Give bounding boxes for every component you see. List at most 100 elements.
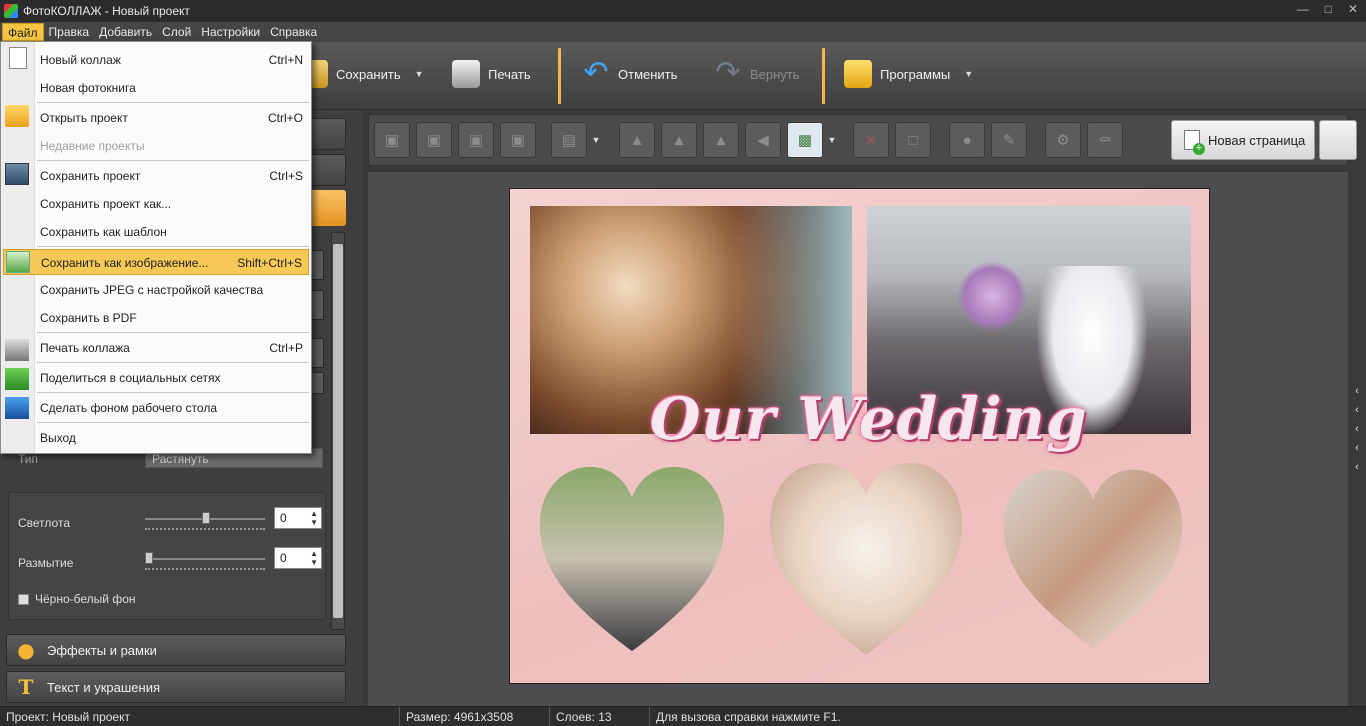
- menu-item-shortcut: Ctrl+P: [269, 341, 303, 355]
- type-label: Тип: [18, 452, 39, 466]
- undo-button[interactable]: ↶ Отменить: [582, 58, 678, 88]
- print-button[interactable]: Печать: [452, 60, 531, 88]
- menu-item-save-project-as[interactable]: Сохранить проект как...: [3, 191, 309, 217]
- redo-label: Вернуть: [750, 66, 800, 82]
- app-window: ФотоКОЛЛАЖ - Новый проект — □ ✕ Файл Пра…: [0, 0, 1366, 726]
- title-bar: ФотоКОЛЛАЖ - Новый проект — □ ✕: [0, 0, 1366, 22]
- menu-item-new-collage[interactable]: Новый коллаж Ctrl+N: [3, 47, 309, 73]
- menu-item-save-as-template[interactable]: Сохранить как шаблон: [3, 219, 309, 245]
- effects-frames-label: Эффекты и рамки: [47, 642, 157, 658]
- menu-item-exit[interactable]: Выход: [3, 425, 309, 451]
- delete-icon[interactable]: ✕: [853, 122, 889, 158]
- menu-item-label: Поделиться в социальных сетях: [40, 371, 221, 385]
- effects-icon[interactable]: ●: [949, 122, 985, 158]
- bw-background-label: Чёрно-белый фон: [35, 592, 136, 606]
- background-image-icon[interactable]: ▩: [787, 122, 823, 158]
- menu-item-print-collage[interactable]: Печать коллажа Ctrl+P: [3, 335, 309, 361]
- menu-layer[interactable]: Слой: [157, 23, 196, 41]
- toolbar-separator: [558, 48, 561, 104]
- close-icon[interactable]: ✕: [1348, 2, 1358, 16]
- brightness-spinbox[interactable]: 0 ▲ ▼: [274, 507, 322, 529]
- menu-item-label: Сделать фоном рабочего стола: [40, 401, 217, 415]
- menu-item-new-photobook[interactable]: Новая фотокнига: [3, 75, 309, 101]
- flip-vertical-icon[interactable]: ◀: [745, 122, 781, 158]
- menu-separator: [37, 392, 309, 393]
- blur-spinbox[interactable]: 0 ▲ ▼: [274, 547, 322, 569]
- lock-icon[interactable]: ⚰: [1087, 122, 1123, 158]
- collage-title-text[interactable]: Our Wedding: [650, 385, 1087, 465]
- save-button[interactable]: Сохранить ▼: [308, 60, 424, 88]
- menu-item-label: Сохранить проект: [40, 169, 141, 183]
- heart-photo-couple-kiss[interactable]: [1000, 457, 1186, 661]
- menu-edit[interactable]: Правка: [44, 23, 95, 41]
- align-icon[interactable]: ▤: [551, 122, 587, 158]
- effects-frames-tab[interactable]: ● Эффекты и рамки: [6, 634, 346, 666]
- redo-button[interactable]: ↷ Вернуть: [714, 58, 800, 88]
- send-backward-icon[interactable]: ▣: [416, 122, 452, 158]
- new-page-button[interactable]: Новая страница: [1171, 120, 1315, 160]
- save-image-icon: [6, 251, 30, 273]
- blur-slider[interactable]: [145, 552, 265, 570]
- menu-item-label: Открыть проект: [40, 111, 128, 125]
- menu-item-save-pdf[interactable]: Сохранить в PDF: [3, 305, 309, 331]
- status-size: Размер: 4961x3508: [399, 707, 513, 726]
- panel-field-stub: [310, 372, 324, 394]
- toolbar-separator: [822, 48, 825, 104]
- brightness-value: 0: [280, 511, 287, 525]
- bw-background-checkbox[interactable]: Чёрно-белый фон: [18, 592, 136, 606]
- photo-detail: [957, 261, 1027, 331]
- menu-settings[interactable]: Настройки: [196, 23, 265, 41]
- file-menu-dropdown: Новый коллаж Ctrl+N Новая фотокнига Откры…: [0, 41, 312, 454]
- maximize-icon[interactable]: □: [1325, 2, 1332, 16]
- crop-icon[interactable]: □: [895, 122, 931, 158]
- flip-horizontal-icon[interactable]: ▲: [703, 122, 739, 158]
- blur-slider-knob[interactable]: [145, 552, 153, 564]
- text-decor-label: Текст и украшения: [47, 679, 161, 695]
- menu-add[interactable]: Добавить: [94, 23, 157, 41]
- chevron-down-icon[interactable]: ▼: [589, 122, 603, 158]
- menu-item-save-jpeg-quality[interactable]: Сохранить JPEG с настройкой качества: [3, 277, 309, 303]
- slider-ticks: [145, 528, 265, 530]
- menu-item-share-social[interactable]: Поделиться в социальных сетях: [3, 365, 309, 391]
- menu-item-label: Печать коллажа: [40, 341, 130, 355]
- menu-item-set-wallpaper[interactable]: Сделать фоном рабочего стола: [3, 395, 309, 421]
- rotate-left-icon[interactable]: ▲: [619, 122, 655, 158]
- menu-separator: [37, 422, 309, 423]
- menu-help[interactable]: Справка: [265, 23, 322, 41]
- menu-item-save-as-image[interactable]: Сохранить как изображение... Shift+Ctrl+S: [3, 249, 309, 275]
- undo-label: Отменить: [618, 66, 678, 82]
- brightness-slider[interactable]: [145, 512, 265, 530]
- bring-forward-icon[interactable]: ▣: [458, 122, 494, 158]
- status-bar: Проект: Новый проект Размер: 4961x3508 С…: [0, 706, 1366, 726]
- menu-file[interactable]: Файл: [2, 23, 44, 41]
- chevron-down-icon[interactable]: ▼: [415, 69, 424, 79]
- chevron-down-icon[interactable]: ▼: [964, 69, 973, 79]
- edit-icon[interactable]: ✎: [991, 122, 1027, 158]
- programs-button[interactable]: Программы ▼: [844, 60, 973, 88]
- spin-arrows-icon[interactable]: ▲ ▼: [310, 509, 318, 527]
- heart-photo-couple-outdoors[interactable]: [536, 457, 728, 661]
- chevron-down-icon[interactable]: ▼: [825, 122, 839, 158]
- menu-item-open-project[interactable]: Открыть проект Ctrl+O: [3, 105, 309, 131]
- menu-item-label: Выход: [40, 431, 76, 445]
- menu-item-label: Новая фотокнига: [40, 81, 136, 95]
- heart-photo-hands[interactable]: [752, 459, 980, 659]
- box-icon: [844, 60, 872, 88]
- status-layers: Слоев: 13: [549, 707, 612, 726]
- gear-icon[interactable]: ⚙: [1045, 122, 1081, 158]
- panel-scrollbar-thumb[interactable]: [333, 244, 343, 618]
- blur-value: 0: [280, 551, 287, 565]
- minimize-icon[interactable]: —: [1297, 2, 1309, 16]
- side-panel-arrows[interactable]: ‹ ‹ ‹ ‹ ‹: [1352, 382, 1362, 477]
- menu-item-shortcut: Ctrl+O: [267, 111, 303, 125]
- collage-page[interactable]: Our Wedding: [509, 188, 1210, 684]
- checkbox-box[interactable]: [18, 593, 29, 605]
- brightness-slider-knob[interactable]: [202, 512, 210, 524]
- send-to-back-icon[interactable]: ▣: [374, 122, 410, 158]
- spin-arrows-icon[interactable]: ▲ ▼: [310, 549, 318, 567]
- page-settings-button[interactable]: [1319, 120, 1357, 160]
- menu-item-save-project[interactable]: Сохранить проект Ctrl+S: [3, 163, 309, 189]
- text-decor-tab[interactable]: T Текст и украшения: [6, 671, 346, 703]
- bring-to-front-icon[interactable]: ▣: [500, 122, 536, 158]
- rotate-right-icon[interactable]: ▲: [661, 122, 697, 158]
